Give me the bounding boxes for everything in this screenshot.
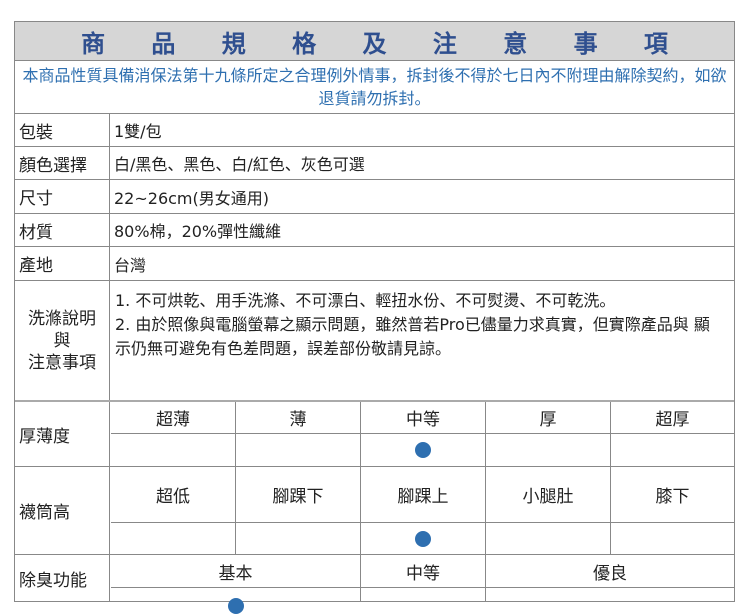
thickness-indicator-cell [111,434,236,466]
care-text: 1. 不可烘乾、用手洗滌、不可漂白、輕扭水份、不可熨燙、不可乾洗。 2. 由於照… [111,281,734,408]
thickness-indicator-cell [611,434,734,466]
spec-value: 80%棉，20%彈性纖維 [114,222,282,241]
spec-row-size: 尺寸 22~26cm(男女通用) [15,180,734,214]
sock-height-option: 腳踝下 [236,467,361,523]
sock-height-option: 超低 [111,467,236,523]
deodorant-row: 除臭功能 基本 中等 優良 [15,555,734,614]
care-label-line: 洗滌說明 [28,308,96,329]
selected-dot-icon [415,442,431,458]
thickness-indicator-cell [236,434,361,466]
care-line: 1. 不可烘乾、用手洗滌、不可漂白、輕扭水份、不可熨燙、不可乾洗。 [115,291,616,310]
thickness-indicator-cell [486,434,611,466]
care-line: 2. 由於照像與電腦螢幕之顯示問題，雖然普若Pro已儘量力求真實，但實際產品與 … [115,315,710,358]
sock-height-option: 膝下 [611,467,734,523]
spec-row-package: 包裝 1雙/包 [15,114,734,147]
thickness-option: 超厚 [611,402,734,434]
thickness-label: 厚薄度 [15,402,110,466]
care-label-line: 注意事項 [28,352,96,373]
spec-value: 白/黑色、黑色、白/紅色、灰色可選 [114,155,365,174]
thickness-option: 厚 [486,402,611,434]
deodorant-option: 中等 [361,555,486,588]
sock-height-indicator-cell [361,523,486,554]
sock-height-indicator-cell [486,523,611,554]
spec-value: 1雙/包 [114,122,162,141]
spec-label: 產地 [15,247,110,280]
sock-height-option: 小腿肚 [486,467,611,523]
spec-label: 包裝 [15,114,110,146]
spec-value: 22~26cm(男女通用) [114,188,269,208]
spec-value: 台灣 [114,255,147,275]
thickness-option: 中等 [361,402,486,434]
spec-row-material: 材質 80%棉，20%彈性纖維 [15,214,734,247]
deodorant-option: 優良 [486,555,734,588]
deodorant-indicator-cell [361,588,486,601]
spec-row-origin: 產地 台灣 [15,247,734,281]
thickness-option: 超薄 [111,402,236,434]
return-policy-notice: 本商品性質具備消保法第十九條所定之合理例外情事，拆封後不得於七日內不附理由解除契… [15,61,734,114]
sheet-title: 商 品 規 格 及 注 意 事 項 [15,22,734,61]
deodorant-option: 基本 [111,555,361,588]
sock-height-indicator-cell [111,523,236,554]
selected-dot-icon [415,530,431,547]
sock-height-indicator-cell [611,523,734,554]
thickness-option: 薄 [236,402,361,434]
sock-height-row: 襪筒高 超低 腳踝下 腳踝上 小腿肚 膝下 [15,467,734,555]
spec-label: 顏色選擇 [15,147,110,179]
spec-label: 材質 [15,214,110,246]
spec-row-colors: 顏色選擇 白/黑色、黑色、白/紅色、灰色可選 [15,147,734,180]
spec-label: 尺寸 [15,180,110,213]
sock-height-option: 腳踝上 [361,467,486,523]
deodorant-indicator-cell [111,588,361,614]
spec-sheet: 商 品 規 格 及 注 意 事 項 本商品性質具備消保法第十九條所定之合理例外情… [14,21,735,614]
sock-height-indicator-cell [236,523,361,554]
deodorant-label: 除臭功能 [15,555,110,601]
sheet-title-text: 商 品 規 格 及 注 意 事 項 [81,29,687,58]
selected-dot-icon [227,597,244,614]
deodorant-indicator-cell [486,588,734,601]
care-label: 洗滌說明 與 注意事項 [15,281,110,400]
sock-height-label: 襪筒高 [15,467,110,554]
thickness-indicator-cell [361,434,486,466]
care-instructions-row: 洗滌說明 與 注意事項 1. 不可烘乾、用手洗滌、不可漂白、輕扭水份、不可熨燙、… [15,281,734,402]
care-label-line: 與 [53,330,71,351]
thickness-row: 厚薄度 超薄 薄 中等 厚 超厚 [15,402,734,467]
